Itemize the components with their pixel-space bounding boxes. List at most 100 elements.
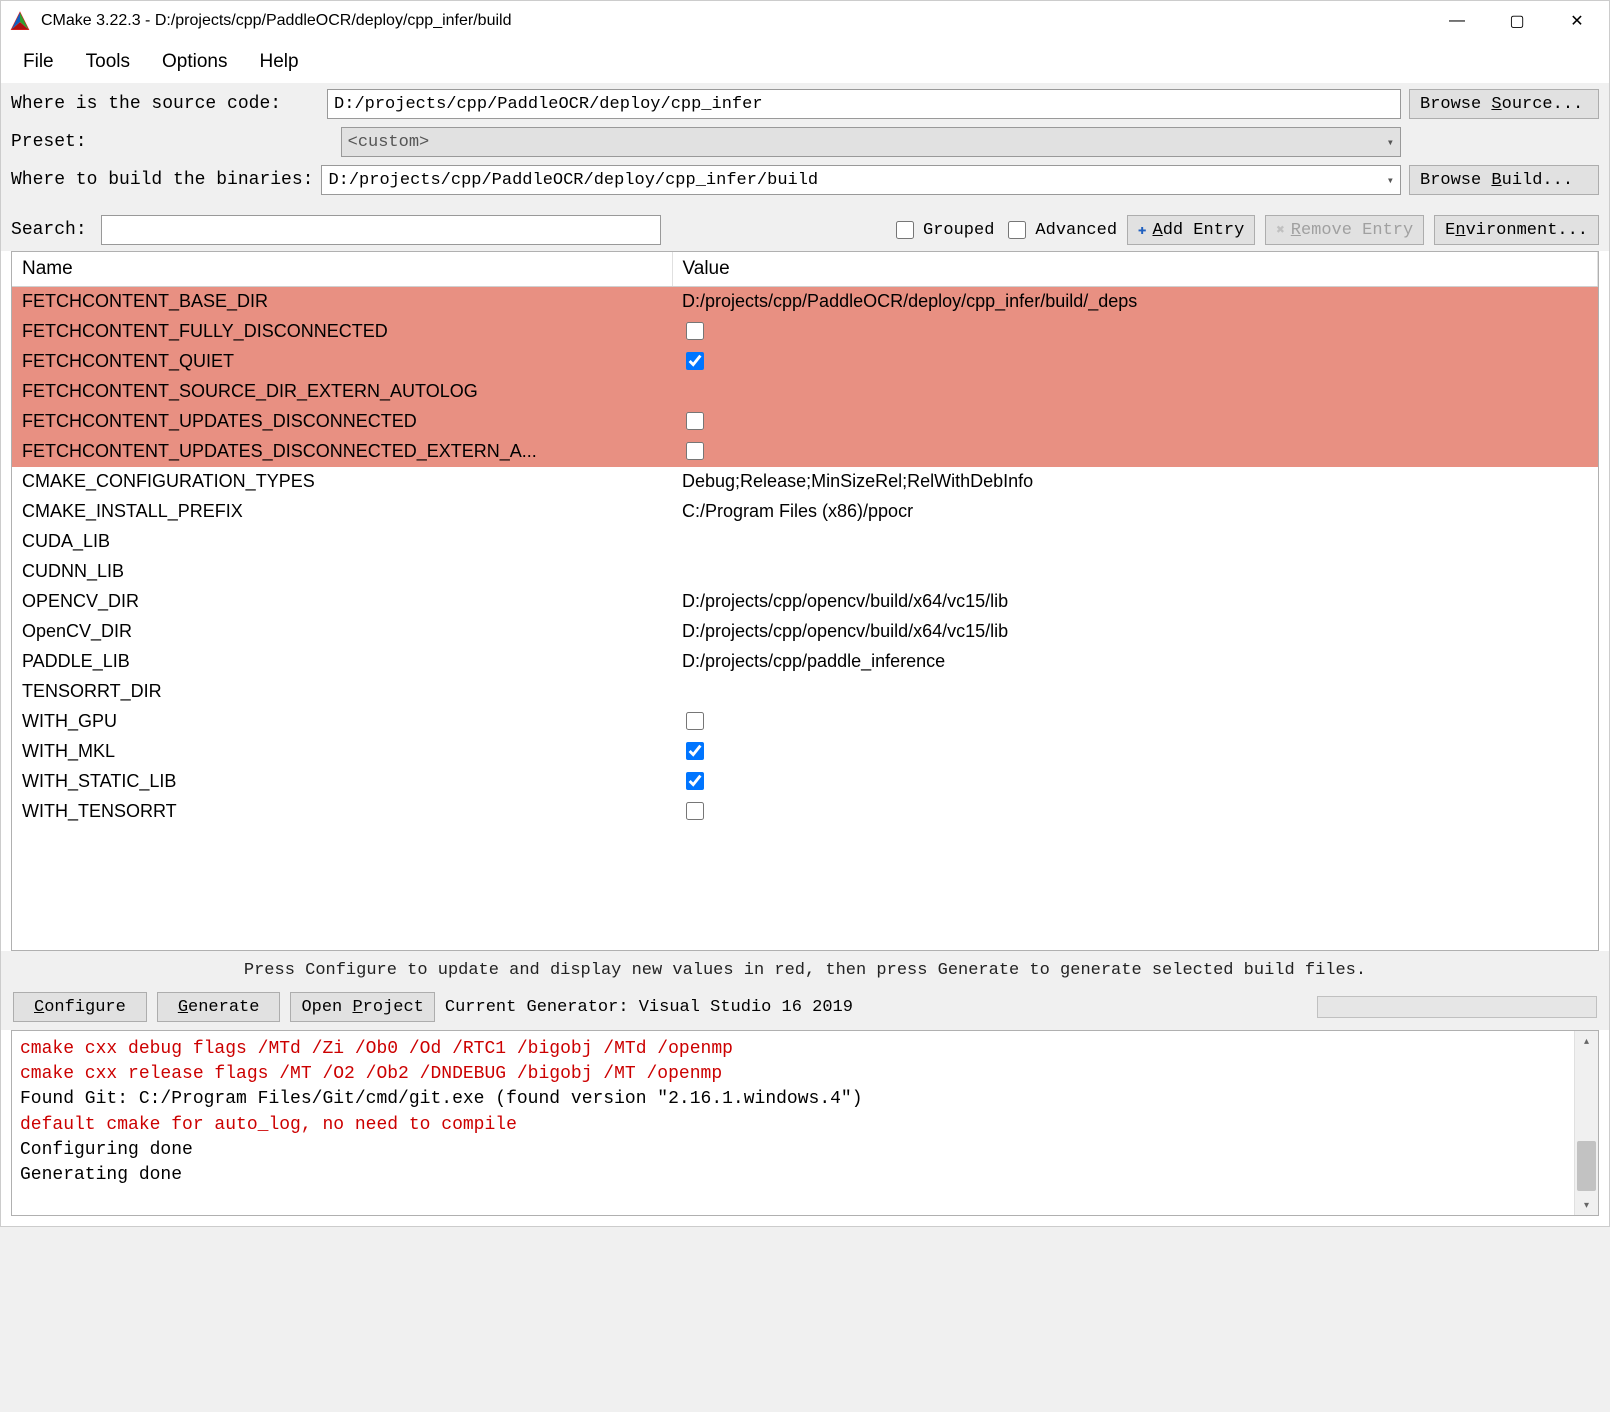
- cache-var-value[interactable]: [672, 407, 1598, 437]
- table-row[interactable]: FETCHCONTENT_QUIET: [12, 347, 1598, 377]
- scroll-up-arrow-icon[interactable]: ▴: [1575, 1031, 1598, 1051]
- cache-var-name[interactable]: FETCHCONTENT_SOURCE_DIR_EXTERN_AUTOLOG: [12, 377, 672, 407]
- cache-var-name[interactable]: FETCHCONTENT_UPDATES_DISCONNECTED_EXTERN…: [12, 437, 672, 467]
- source-label: Where is the source code:: [11, 94, 281, 114]
- value-checkbox[interactable]: [686, 352, 704, 370]
- cache-var-name[interactable]: TENSORRT_DIR: [12, 677, 672, 707]
- cache-var-value[interactable]: [672, 437, 1598, 467]
- cache-var-name[interactable]: OPENCV_DIR: [12, 587, 672, 617]
- cache-var-name[interactable]: CUDA_LIB: [12, 527, 672, 557]
- table-row[interactable]: WITH_TENSORRT: [12, 797, 1598, 827]
- titlebar: CMake 3.22.3 - D:/projects/cpp/PaddleOCR…: [1, 1, 1609, 41]
- value-checkbox[interactable]: [686, 412, 704, 430]
- browse-build-button[interactable]: Browse Build...: [1409, 165, 1599, 195]
- generate-button[interactable]: Generate: [157, 992, 281, 1022]
- value-checkbox[interactable]: [686, 802, 704, 820]
- maximize-button[interactable]: ▢: [1487, 1, 1547, 41]
- menu-help[interactable]: Help: [245, 47, 312, 77]
- cache-var-name[interactable]: CUDNN_LIB: [12, 557, 672, 587]
- advanced-checkbox-input[interactable]: [1008, 221, 1026, 239]
- output-line: Found Git: C:/Program Files/Git/cmd/git.…: [20, 1089, 873, 1109]
- table-row[interactable]: OpenCV_DIRD:/projects/cpp/opencv/build/x…: [12, 617, 1598, 647]
- preset-combo[interactable]: <custom> ▾: [341, 127, 1401, 157]
- scroll-down-arrow-icon[interactable]: ▾: [1575, 1195, 1598, 1215]
- minimize-button[interactable]: ―: [1427, 1, 1487, 41]
- cache-var-value[interactable]: [672, 557, 1598, 587]
- output-text[interactable]: cmake cxx debug flags /MTd /Zi /Ob0 /Od …: [12, 1031, 1574, 1215]
- add-entry-button[interactable]: ✚ Add Entry: [1127, 215, 1255, 245]
- table-row[interactable]: WITH_STATIC_LIB: [12, 767, 1598, 797]
- value-checkbox[interactable]: [686, 712, 704, 730]
- cache-var-value[interactable]: [672, 347, 1598, 377]
- cache-var-value[interactable]: [672, 767, 1598, 797]
- menu-options[interactable]: Options: [148, 47, 241, 77]
- table-row[interactable]: WITH_GPU: [12, 707, 1598, 737]
- configure-button[interactable]: Configure: [13, 992, 147, 1022]
- cache-var-name[interactable]: CMAKE_CONFIGURATION_TYPES: [12, 467, 672, 497]
- cache-var-value[interactable]: [672, 317, 1598, 347]
- scrollbar[interactable]: ▴ ▾: [1574, 1031, 1598, 1215]
- table-row[interactable]: CMAKE_CONFIGURATION_TYPESDebug;Release;M…: [12, 467, 1598, 497]
- cache-var-value[interactable]: [672, 527, 1598, 557]
- cache-var-value[interactable]: [672, 737, 1598, 767]
- grouped-checkbox[interactable]: Grouped: [892, 218, 994, 242]
- table-row[interactable]: PADDLE_LIBD:/projects/cpp/paddle_inferen…: [12, 647, 1598, 677]
- value-checkbox[interactable]: [686, 322, 704, 340]
- table-row[interactable]: FETCHCONTENT_SOURCE_DIR_EXTERN_AUTOLOG: [12, 377, 1598, 407]
- value-checkbox[interactable]: [686, 742, 704, 760]
- cache-var-name[interactable]: WITH_TENSORRT: [12, 797, 672, 827]
- cache-var-name[interactable]: FETCHCONTENT_BASE_DIR: [12, 287, 672, 317]
- cache-var-name[interactable]: FETCHCONTENT_QUIET: [12, 347, 672, 377]
- table-row[interactable]: FETCHCONTENT_UPDATES_DISCONNECTED_EXTERN…: [12, 437, 1598, 467]
- cache-var-value[interactable]: [672, 707, 1598, 737]
- cache-var-value[interactable]: [672, 377, 1598, 407]
- cache-var-name[interactable]: OpenCV_DIR: [12, 617, 672, 647]
- cache-var-name[interactable]: PADDLE_LIB: [12, 647, 672, 677]
- grouped-checkbox-input[interactable]: [896, 221, 914, 239]
- table-row[interactable]: WITH_MKL: [12, 737, 1598, 767]
- value-checkbox[interactable]: [686, 772, 704, 790]
- open-project-button[interactable]: Open Project: [290, 992, 434, 1022]
- search-input[interactable]: [101, 215, 661, 245]
- cache-var-name[interactable]: FETCHCONTENT_FULLY_DISCONNECTED: [12, 317, 672, 347]
- cache-var-value[interactable]: C:/Program Files (x86)/ppocr: [672, 497, 1598, 527]
- cache-var-value[interactable]: D:/projects/cpp/opencv/build/x64/vc15/li…: [672, 587, 1598, 617]
- cache-var-name[interactable]: CMAKE_INSTALL_PREFIX: [12, 497, 672, 527]
- menu-file[interactable]: File: [9, 47, 68, 77]
- progress-bar: [1317, 996, 1597, 1018]
- output-line: cmake cxx debug flags /MTd /Zi /Ob0 /Od …: [20, 1039, 733, 1059]
- table-row[interactable]: CUDA_LIB: [12, 527, 1598, 557]
- chevron-down-icon: ▾: [1387, 173, 1394, 188]
- cache-var-name[interactable]: WITH_GPU: [12, 707, 672, 737]
- cache-var-name[interactable]: WITH_STATIC_LIB: [12, 767, 672, 797]
- table-row[interactable]: OPENCV_DIRD:/projects/cpp/opencv/build/x…: [12, 587, 1598, 617]
- browse-source-button[interactable]: Browse Source...: [1409, 89, 1599, 119]
- advanced-checkbox[interactable]: Advanced: [1004, 218, 1117, 242]
- cache-var-value[interactable]: D:/projects/cpp/paddle_inference: [672, 647, 1598, 677]
- cache-var-value[interactable]: [672, 797, 1598, 827]
- table-row[interactable]: TENSORRT_DIR: [12, 677, 1598, 707]
- scroll-thumb[interactable]: [1577, 1141, 1596, 1191]
- table-row[interactable]: FETCHCONTENT_UPDATES_DISCONNECTED: [12, 407, 1598, 437]
- table-header-value[interactable]: Value: [672, 252, 1598, 287]
- source-input[interactable]: [327, 89, 1401, 119]
- menu-tools[interactable]: Tools: [72, 47, 144, 77]
- cache-var-value[interactable]: D:/projects/cpp/PaddleOCR/deploy/cpp_inf…: [672, 287, 1598, 317]
- cache-var-name[interactable]: WITH_MKL: [12, 737, 672, 767]
- build-input[interactable]: D:/projects/cpp/PaddleOCR/deploy/cpp_inf…: [321, 165, 1401, 195]
- scroll-track[interactable]: [1575, 1051, 1598, 1195]
- environment-button[interactable]: Environment...: [1434, 215, 1599, 245]
- cache-var-value[interactable]: [672, 677, 1598, 707]
- cache-table[interactable]: Name Value FETCHCONTENT_BASE_DIRD:/proje…: [11, 251, 1599, 951]
- remove-entry-button[interactable]: ✖ Remove Entry: [1265, 215, 1424, 245]
- table-row[interactable]: CMAKE_INSTALL_PREFIXC:/Program Files (x8…: [12, 497, 1598, 527]
- table-row[interactable]: FETCHCONTENT_BASE_DIRD:/projects/cpp/Pad…: [12, 287, 1598, 317]
- close-button[interactable]: ✕: [1547, 1, 1607, 41]
- table-header-name[interactable]: Name: [12, 252, 672, 287]
- cache-var-name[interactable]: FETCHCONTENT_UPDATES_DISCONNECTED: [12, 407, 672, 437]
- value-checkbox[interactable]: [686, 442, 704, 460]
- table-row[interactable]: CUDNN_LIB: [12, 557, 1598, 587]
- cache-var-value[interactable]: Debug;Release;MinSizeRel;RelWithDebInfo: [672, 467, 1598, 497]
- cache-var-value[interactable]: D:/projects/cpp/opencv/build/x64/vc15/li…: [672, 617, 1598, 647]
- table-row[interactable]: FETCHCONTENT_FULLY_DISCONNECTED: [12, 317, 1598, 347]
